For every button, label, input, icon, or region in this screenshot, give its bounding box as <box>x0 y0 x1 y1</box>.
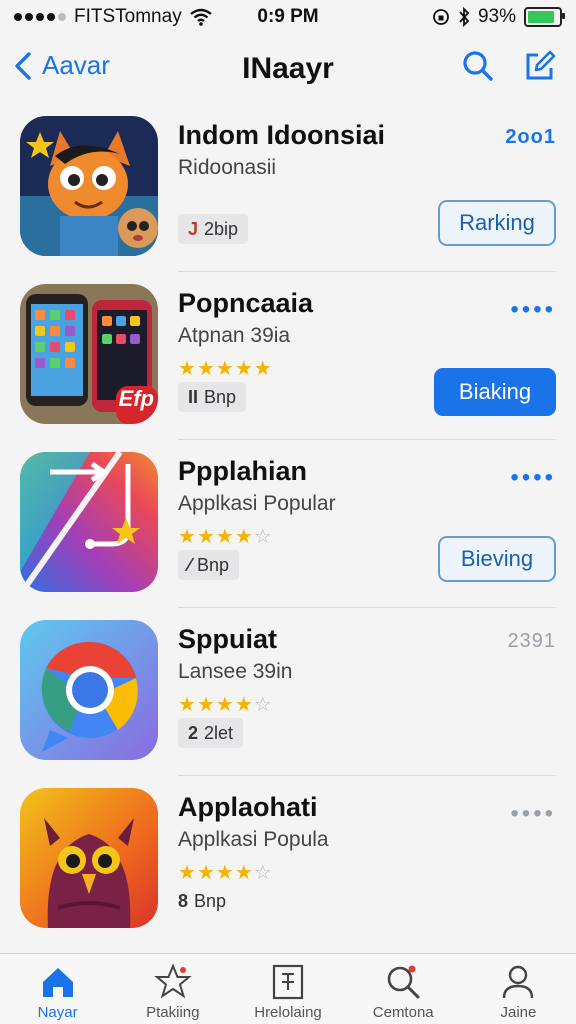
star-empty-icon: ☆ <box>253 862 272 884</box>
star-filled-icon: ★ <box>215 526 234 548</box>
app-subtitle: Applkasi Popular <box>178 492 336 515</box>
star-filled-icon: ★ <box>178 526 196 548</box>
star-filled-icon: ★ <box>234 358 253 380</box>
app-subtitle: Ridoonasii <box>178 156 277 179</box>
rating-stars: ★ ★ ★ ★ ★ <box>178 356 272 381</box>
chip-icon: 2 <box>188 722 199 743</box>
search-icon[interactable] <box>460 48 496 84</box>
tab-profile[interactable]: Jaine <box>461 954 576 1024</box>
nav-actions <box>460 48 558 84</box>
icon-badge-label: Efp <box>118 386 154 411</box>
list-item[interactable]: Efp Popncaaia Atpnan 39ia ★ ★ ★ ★ ★ II Bnp •… <box>0 272 576 440</box>
star-filled-icon: ★ <box>196 862 215 884</box>
rank-value: 2391 <box>507 630 556 652</box>
star-filled-icon: ★ <box>196 358 215 380</box>
star-icon <box>154 963 192 999</box>
star-filled-icon: ★ <box>178 862 196 884</box>
battery-icon <box>524 7 565 27</box>
star-filled-icon: ★ <box>196 694 215 716</box>
star-filled-icon: ★ <box>215 358 234 380</box>
tab-label: Jaine <box>500 1004 537 1021</box>
bluetooth-icon <box>459 7 470 27</box>
tab-label: Ptakiing <box>146 1004 200 1021</box>
star-filled-icon: ★ <box>178 358 196 380</box>
rating-stars: ★ ★ ★ ★ ☆ <box>178 860 272 885</box>
chip-label: Bnp <box>204 386 237 407</box>
get-button[interactable]: Rarking <box>438 200 556 246</box>
more-icon[interactable]: •••• <box>510 800 556 828</box>
app-name[interactable]: Popncaaia <box>178 288 313 319</box>
chip-label: 2let <box>204 722 234 743</box>
star-filled-icon: ★ <box>215 694 234 716</box>
star-filled-icon: ★ <box>196 526 215 548</box>
app-subtitle: Applkasi Popula <box>178 828 329 851</box>
get-button[interactable]: Bieving <box>438 536 556 582</box>
rating-stars: ★ ★ ★ ★ ☆ <box>178 692 272 717</box>
size-chip: II Bnp <box>178 382 247 412</box>
app-subtitle: Lansee 39in <box>178 660 293 683</box>
star-filled-icon: ★ <box>234 862 253 884</box>
chip-label: Bnp <box>194 890 227 911</box>
star-filled-icon: ★ <box>234 526 253 548</box>
list-item[interactable]: Ppplahian Applkasi Popular ★ ★ ★ ★ ☆ ⁄ Bnp •… <box>0 440 576 608</box>
chip-icon: II <box>188 386 199 407</box>
tab-list[interactable]: Hrelolaing <box>230 954 345 1024</box>
star-empty-icon: ☆ <box>253 526 272 548</box>
battery-percent: 93% <box>477 6 516 27</box>
app-subtitle: Atpnan 39ia <box>178 324 291 347</box>
search-icon <box>387 965 420 999</box>
chip-icon: ⁄ <box>188 554 192 575</box>
app-icon-gradient[interactable] <box>20 452 158 592</box>
battery-fill <box>528 11 554 23</box>
list-item[interactable]: Applaohati Applkasi Popula ★ ★ ★ ★ ☆ 8 Bnp •… <box>0 776 576 944</box>
tab-label: Hrelolaing <box>254 1004 322 1021</box>
star-empty-icon: ☆ <box>253 694 272 716</box>
navigation-bar: Aavar INaayr <box>0 40 576 96</box>
status-bar: FITSTomnay 0:9 PM 93% <box>0 0 576 34</box>
star-filled-icon: ★ <box>234 694 253 716</box>
app-name[interactable]: Indom Idoonsiai <box>178 120 385 151</box>
tab-label: Cemtona <box>372 1004 434 1021</box>
list-item[interactable]: Indom Idoonsiai Ridoonasii J 2bip 2oo1 R… <box>0 104 576 272</box>
chip-icon: 8 <box>178 890 189 911</box>
home-icon <box>42 968 73 997</box>
chip-label: Bnp <box>197 554 230 575</box>
star-filled-icon: ★ <box>253 358 272 380</box>
rank-value: 2oo1 <box>505 126 556 148</box>
get-button[interactable]: Biaking <box>434 368 556 416</box>
more-icon[interactable]: •••• <box>510 296 556 324</box>
size-chip: 8 Bnp <box>178 886 236 916</box>
app-list: Indom Idoonsiai Ridoonasii J 2bip 2oo1 R… <box>0 104 576 944</box>
size-chip: J 2bip <box>178 214 249 244</box>
chip-label: 2bip <box>204 218 239 239</box>
orientation-lock-icon <box>433 9 449 25</box>
app-icon-owl[interactable] <box>20 788 158 928</box>
app-icon-fox[interactable] <box>20 116 158 256</box>
tab-label: Nayar <box>37 1004 78 1021</box>
star-filled-icon: ★ <box>215 862 234 884</box>
size-chip: ⁄ Bnp <box>178 550 240 580</box>
rating-stars: ★ ★ ★ ★ ☆ <box>178 524 272 549</box>
app-icon-browser[interactable] <box>20 620 158 760</box>
app-name[interactable]: Sppuiat <box>178 624 277 655</box>
chip-icon: J <box>188 218 199 239</box>
tab-home[interactable]: Nayar <box>0 954 115 1024</box>
tab-bar: Nayar Ptakiing Hrelolaing Cemtona Jaine <box>0 953 576 1024</box>
list-item[interactable]: Sppuiat Lansee 39in ★ ★ ★ ★ ☆ 2 2let 2391 <box>0 608 576 776</box>
size-chip: 2 2let <box>178 718 244 748</box>
tab-search[interactable]: Cemtona <box>346 954 461 1024</box>
list-icon <box>272 964 304 1000</box>
more-icon[interactable]: •••• <box>510 464 556 492</box>
app-name[interactable]: Ppplahian <box>178 456 307 487</box>
app-icon-phones[interactable]: Efp <box>20 284 158 424</box>
star-filled-icon: ★ <box>178 694 196 716</box>
app-name[interactable]: Applaohati <box>178 792 318 823</box>
status-right: 93% <box>432 6 565 28</box>
tab-ranking[interactable]: Ptakiing <box>115 954 230 1024</box>
person-icon <box>503 965 534 999</box>
compose-icon[interactable] <box>522 48 558 84</box>
